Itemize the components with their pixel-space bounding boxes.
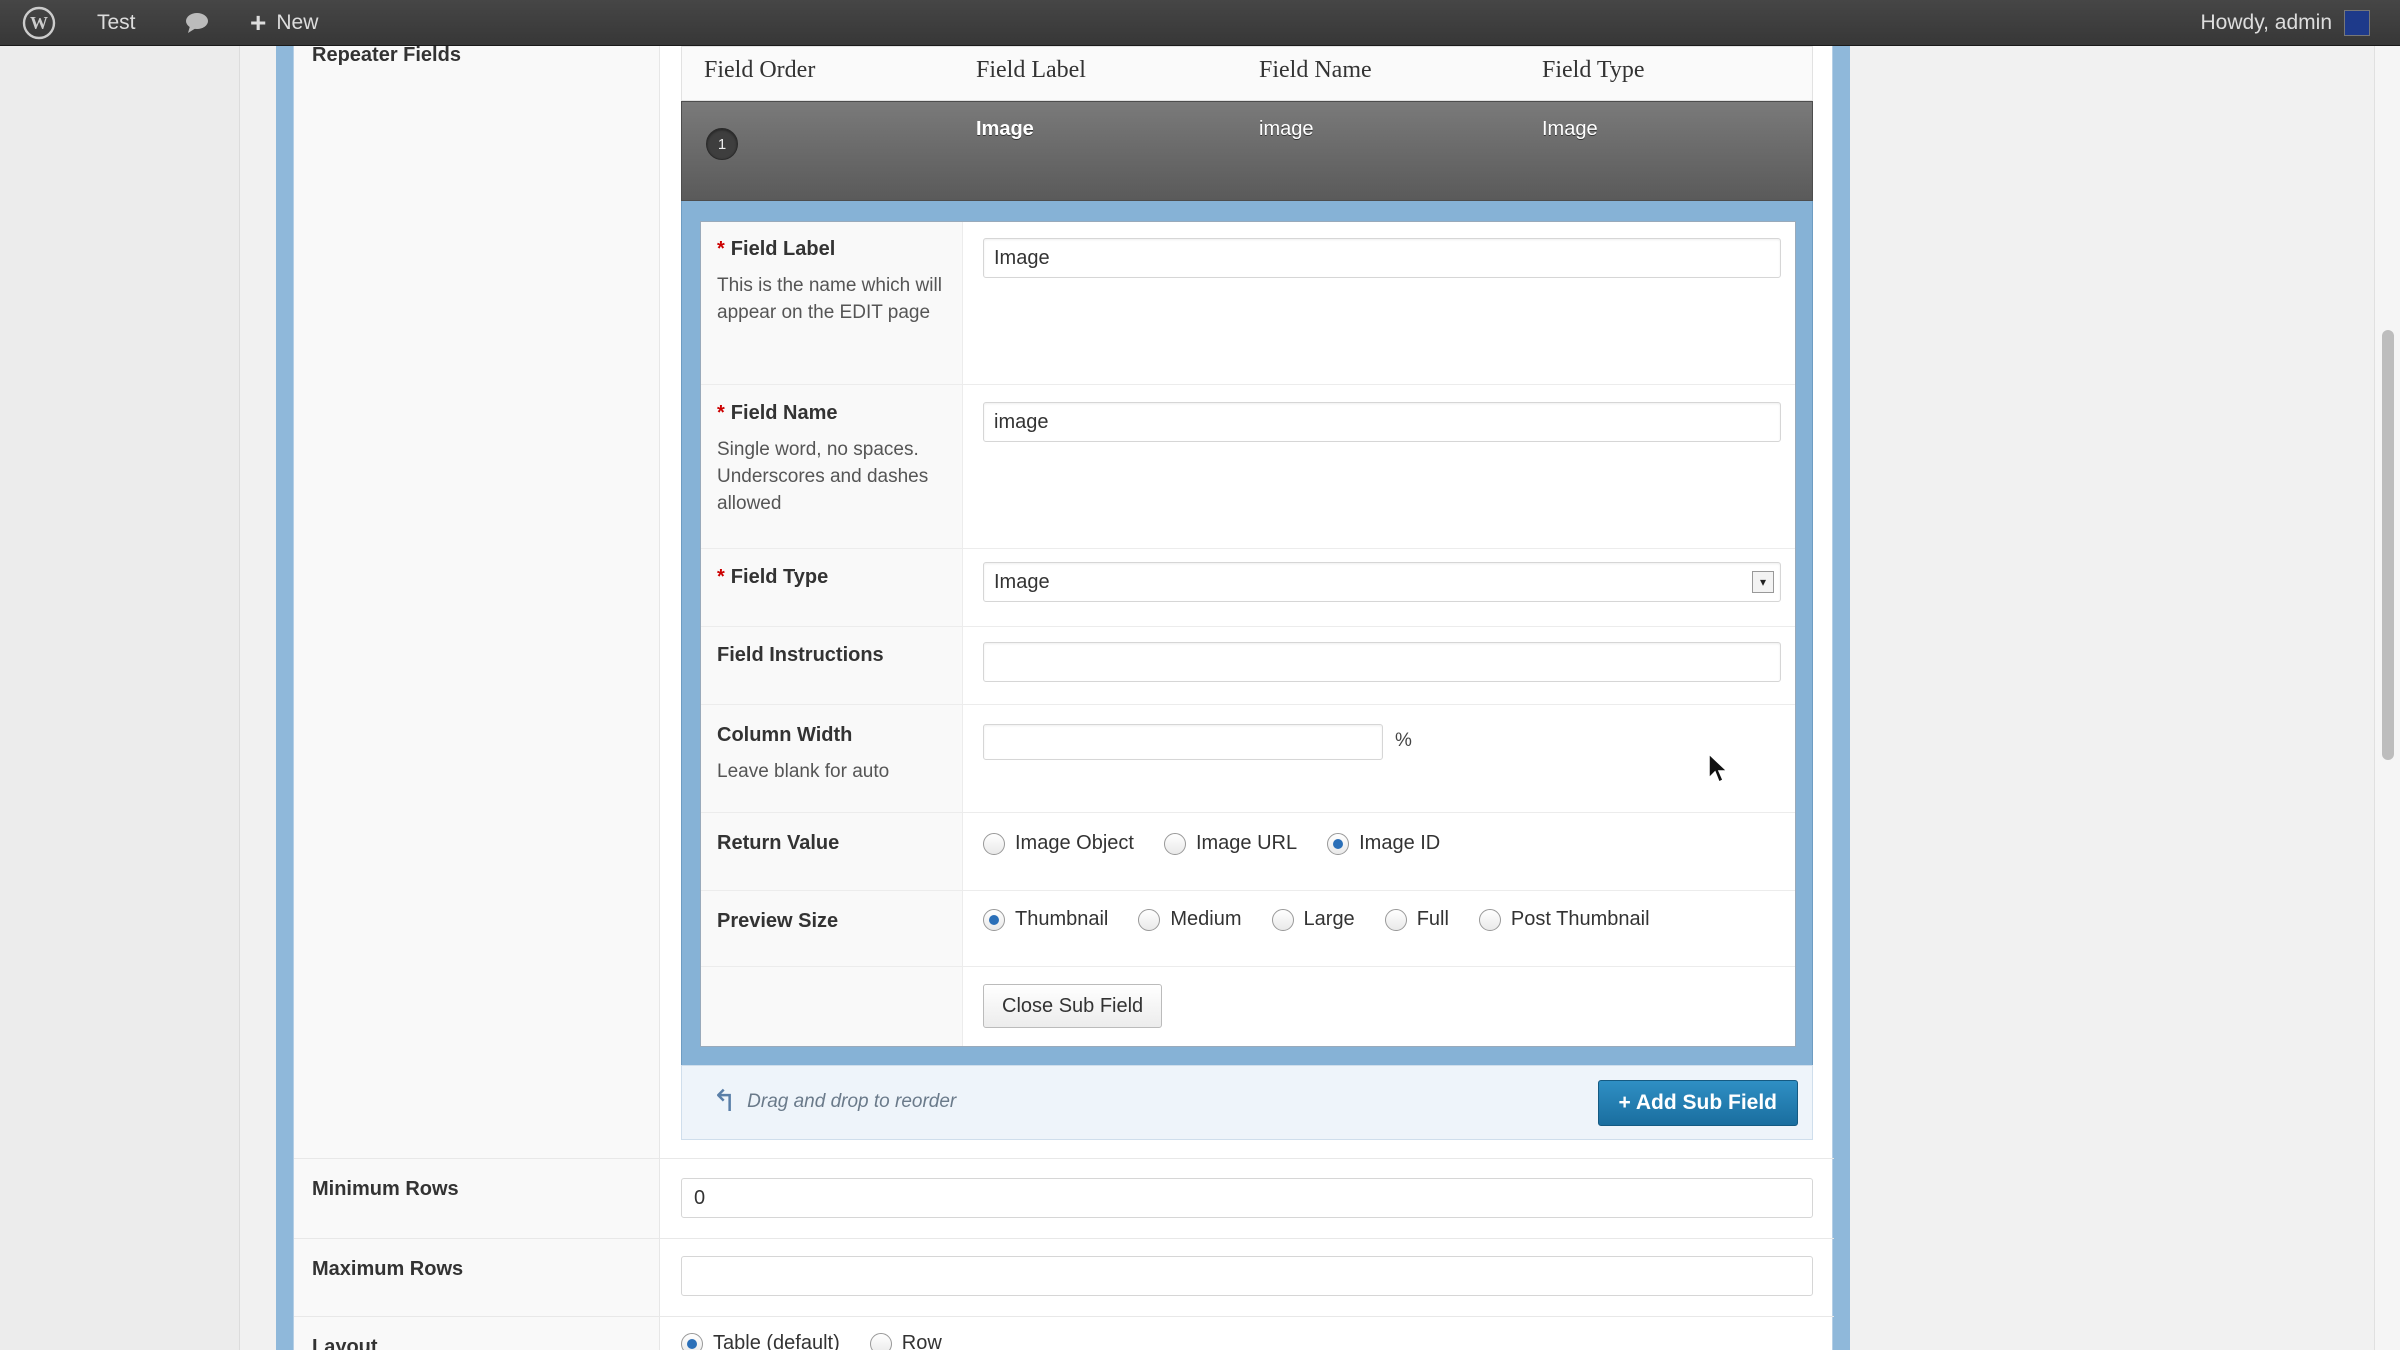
mouse-cursor-icon — [1708, 752, 1729, 784]
layout-label: Layout — [312, 1336, 378, 1350]
row-field-type: Image — [1542, 118, 1598, 140]
howdy-label: Howdy, admin — [2200, 11, 2333, 34]
required-marker: * — [717, 238, 725, 260]
drag-hint: ↰ Drag and drop to reorder — [712, 1085, 957, 1118]
radio-layout-row[interactable]: Row — [869, 1332, 942, 1350]
col-field-name: Field Name — [1259, 57, 1372, 83]
radio-image-id[interactable]: Image ID — [1327, 832, 1440, 855]
page-scrollbar[interactable] — [2374, 46, 2400, 1350]
field-editor-frame: Repeater Fields Field Order Field Label … — [276, 44, 1850, 1350]
row-field-name: image — [1259, 118, 1314, 140]
field-label-description: This is the name which will appear on th… — [717, 275, 942, 323]
radio-large[interactable]: Large — [1271, 908, 1355, 931]
percent-unit: % — [1395, 730, 1412, 751]
site-name-link[interactable]: Test — [97, 0, 136, 46]
col-field-order: Field Order — [704, 57, 816, 83]
field-type-title: * Field Type — [717, 566, 829, 588]
repeater-fields-label: Repeater Fields — [312, 44, 461, 66]
field-name-input[interactable]: image — [983, 402, 1781, 442]
repeater-row[interactable]: 1 Image image Image — [681, 101, 1813, 201]
required-marker: * — [717, 566, 725, 588]
repeater-footer: ↰ Drag and drop to reorder + Add Sub Fie… — [681, 1065, 1813, 1140]
chevron-down-icon[interactable]: ▾ — [1752, 571, 1774, 593]
radio-full[interactable]: Full — [1384, 908, 1449, 931]
radio-medium[interactable]: Medium — [1138, 908, 1242, 931]
sub-field-form: * Field Label This is the name which will… — [700, 221, 1796, 1047]
add-sub-field-button[interactable]: + Add Sub Field — [1597, 1080, 1798, 1126]
minimum-rows-input[interactable]: 0 — [681, 1178, 1813, 1218]
radio-post-thumbnail[interactable]: Post Thumbnail — [1478, 908, 1650, 931]
scrollbar-thumb[interactable] — [2382, 330, 2394, 760]
options-label-column — [294, 46, 660, 1350]
column-width-description: Leave blank for auto — [717, 761, 890, 782]
field-options-table: Repeater Fields Field Order Field Label … — [293, 44, 1834, 1350]
new-content-menu[interactable]: + New — [250, 0, 318, 46]
plus-icon: + — [250, 7, 267, 38]
field-type-select[interactable]: Image ▾ — [983, 562, 1781, 602]
repeater-header: Field Order Field Label Field Name Field… — [681, 46, 1813, 101]
col-field-label: Field Label — [976, 57, 1086, 83]
wordpress-logo-icon[interactable]: W — [14, 0, 64, 46]
radio-layout-table[interactable]: Table (default) — [681, 1332, 840, 1350]
required-marker: * — [717, 402, 725, 424]
layout-options: Table (default) Row — [681, 1332, 972, 1350]
col-field-type: Field Type — [1542, 57, 1645, 83]
return-value-options: Image Object Image URL Image ID — [983, 832, 1470, 855]
return-value-title: Return Value — [717, 832, 840, 854]
avatar — [2344, 10, 2370, 36]
maximum-rows-label: Maximum Rows — [312, 1258, 464, 1280]
account-menu[interactable]: Howdy, admin — [2200, 0, 2370, 46]
column-width-title: Column Width — [717, 724, 853, 746]
field-label-input[interactable]: Image — [983, 238, 1781, 278]
preview-size-options: Thumbnail Medium Large Full Post Thumbna… — [983, 908, 1680, 931]
close-sub-field-button[interactable]: Close Sub Field — [983, 984, 1163, 1028]
radio-image-object[interactable]: Image Object — [983, 832, 1134, 855]
maximum-rows-input[interactable] — [681, 1256, 1813, 1296]
field-instructions-input[interactable] — [983, 642, 1781, 682]
admin-bar: W Test + New Howdy, admin — [0, 0, 2400, 46]
field-instructions-title: Field Instructions — [717, 644, 884, 666]
radio-image-url[interactable]: Image URL — [1163, 832, 1297, 855]
field-label-title: * Field Label — [717, 238, 836, 260]
field-name-description: Single word, no spaces. Underscores and … — [717, 439, 929, 514]
radio-thumbnail[interactable]: Thumbnail — [983, 908, 1108, 931]
admin-menu — [0, 46, 240, 1350]
curved-arrow-icon: ↰ — [712, 1085, 738, 1118]
row-field-label[interactable]: Image — [976, 118, 1034, 141]
column-width-input[interactable] — [983, 724, 1383, 760]
field-name-title: * Field Name — [717, 402, 838, 424]
comment-bubble-icon[interactable] — [180, 0, 214, 46]
order-badge[interactable]: 1 — [706, 128, 738, 160]
field-type-value: Image — [994, 570, 1050, 593]
minimum-rows-label: Minimum Rows — [312, 1178, 459, 1200]
new-label: New — [276, 11, 319, 34]
sub-field-edit-area: * Field Label This is the name which will… — [681, 201, 1813, 1065]
preview-size-title: Preview Size — [717, 910, 839, 932]
svg-text:W: W — [30, 13, 48, 33]
